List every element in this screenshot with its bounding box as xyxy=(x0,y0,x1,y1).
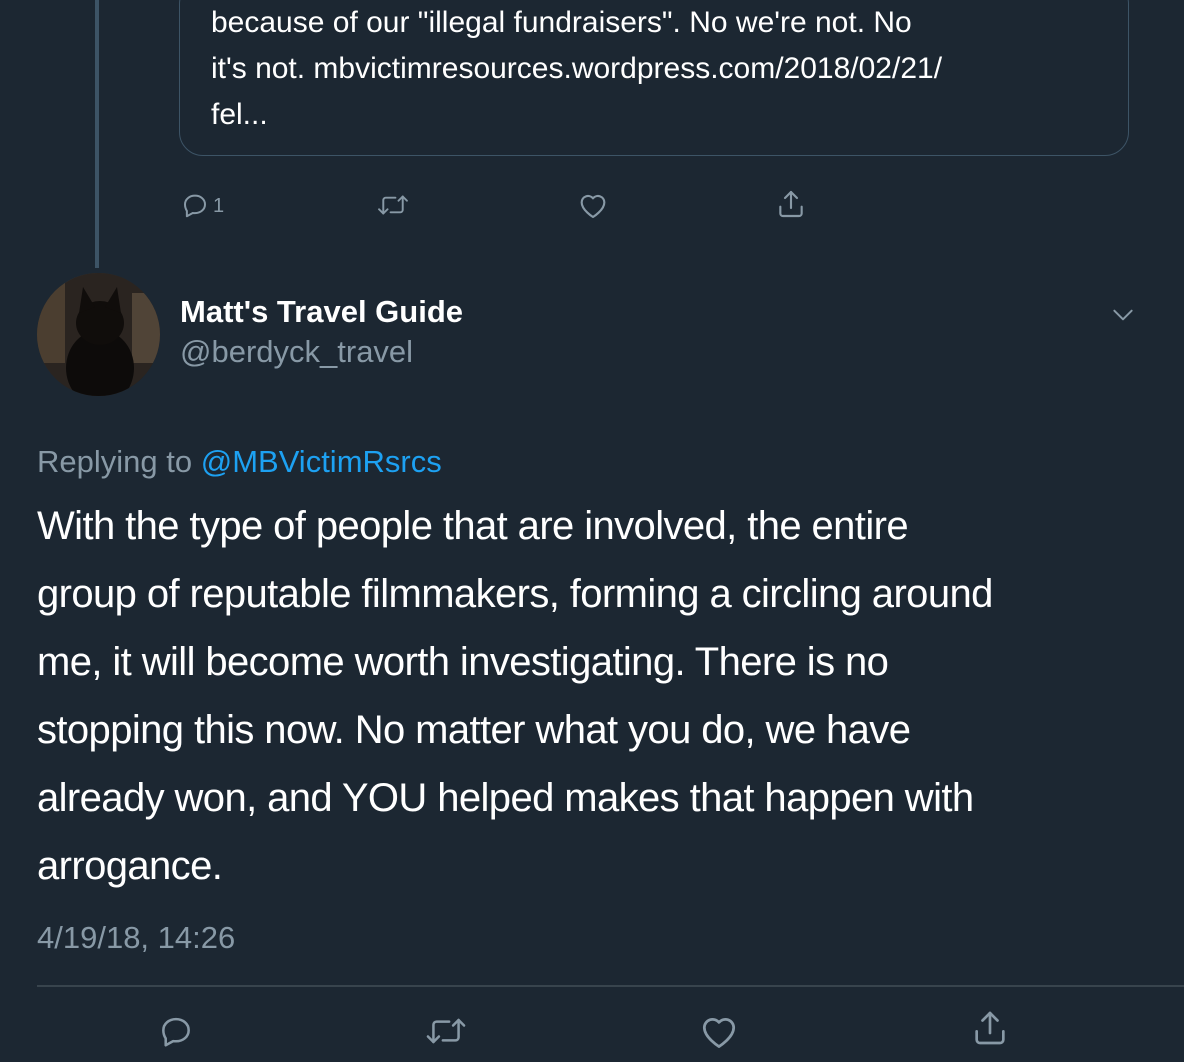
quoted-tweet-line-2: it's not. mbvictimresources.wordpress.co… xyxy=(211,52,943,85)
retweet-icon xyxy=(424,1012,468,1050)
share-icon xyxy=(775,188,807,220)
thread-connector-line xyxy=(95,0,99,268)
user-handle[interactable]: @berdyck_travel xyxy=(180,334,413,370)
parent-reply-count: 1 xyxy=(213,194,225,217)
like-icon xyxy=(577,190,609,220)
avatar[interactable] xyxy=(37,273,160,396)
share-button[interactable] xyxy=(970,1008,1010,1048)
tweet-text: With the type of people that are involve… xyxy=(37,504,993,888)
avatar-cat-image xyxy=(37,273,160,396)
divider xyxy=(37,985,1184,987)
parent-like-button[interactable] xyxy=(577,190,609,220)
retweet-button[interactable] xyxy=(424,1012,468,1050)
reply-button[interactable] xyxy=(157,1012,195,1050)
quoted-tweet-line-3: fel... xyxy=(211,98,268,131)
like-button[interactable] xyxy=(698,1012,740,1050)
retweet-icon xyxy=(376,190,410,220)
parent-reply-button[interactable]: 1 xyxy=(180,190,224,220)
replying-to-line: Replying to @MBVictimRsrcs xyxy=(37,444,442,480)
chevron-down-icon xyxy=(1110,309,1136,332)
reply-icon xyxy=(180,190,210,220)
replying-to-mention[interactable]: @MBVictimRsrcs xyxy=(201,444,442,479)
quoted-tweet-text: because of our "illegal fundraisers". No… xyxy=(211,0,1111,138)
parent-share-button[interactable] xyxy=(775,188,807,220)
replying-to-prefix: Replying to xyxy=(37,444,201,479)
display-name[interactable]: Matt's Travel Guide xyxy=(180,294,463,330)
like-icon xyxy=(698,1012,740,1050)
tweet-timestamp: 4/19/18, 14:26 xyxy=(37,920,236,955)
more-options-button[interactable] xyxy=(1110,302,1136,333)
parent-retweet-button[interactable] xyxy=(376,190,410,220)
quoted-tweet-line-1: because of our "illegal fundraisers". No… xyxy=(211,6,912,39)
share-icon xyxy=(970,1008,1010,1048)
reply-icon xyxy=(157,1012,195,1050)
